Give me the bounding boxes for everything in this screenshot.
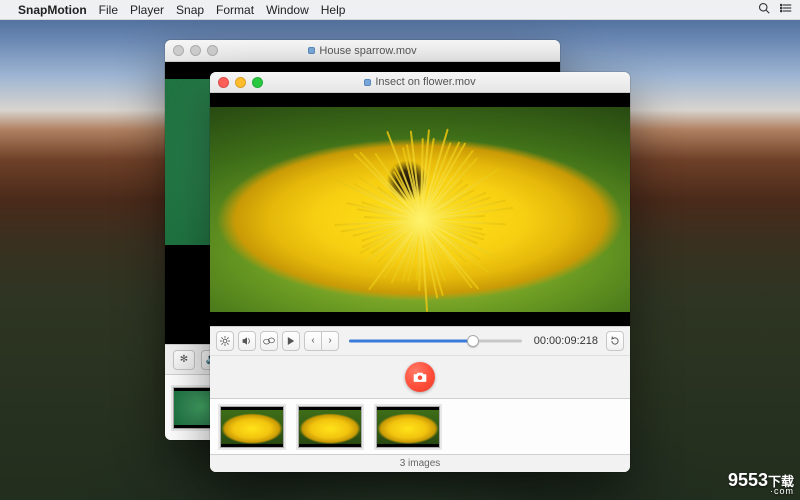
close-icon[interactable] <box>218 77 229 88</box>
gear-icon[interactable] <box>216 331 234 351</box>
menu-window[interactable]: Window <box>266 3 309 17</box>
minimize-icon[interactable] <box>190 45 201 56</box>
reload-icon[interactable] <box>606 331 624 351</box>
menu-help[interactable]: Help <box>321 3 346 17</box>
window-title-back: House sparrow.mov <box>319 45 416 57</box>
capture-bar <box>210 355 630 398</box>
gear-icon[interactable]: ✻ <box>173 350 195 370</box>
playhead-knob[interactable] <box>467 335 479 347</box>
volume-icon[interactable] <box>238 331 256 351</box>
window-front[interactable]: Insect on flower.mov ‹ › 00:00:09:218 3 … <box>210 72 630 472</box>
menu-snap[interactable]: Snap <box>176 3 204 17</box>
image-count-label: 3 images <box>400 458 441 469</box>
timeline-slider[interactable] <box>349 331 522 351</box>
menubar-app-name[interactable]: SnapMotion <box>18 3 87 17</box>
titlebar-front[interactable]: Insect on flower.mov <box>210 72 630 93</box>
list-icon[interactable] <box>780 2 792 17</box>
thumbnail[interactable] <box>220 406 284 448</box>
minimize-icon[interactable] <box>235 77 246 88</box>
time-label: 00:00:09:218 <box>534 335 598 347</box>
play-button[interactable] <box>282 331 300 351</box>
zoom-icon[interactable] <box>207 45 218 56</box>
document-proxy-icon <box>364 79 371 86</box>
video-viewport-front[interactable] <box>210 93 630 325</box>
camera-icon <box>413 371 427 383</box>
thumbnail-strip-front <box>210 398 630 455</box>
menubar: SnapMotion File Player Snap Format Windo… <box>0 0 800 20</box>
footer-status: 3 images <box>210 454 630 472</box>
document-proxy-icon <box>308 47 315 54</box>
thumbnail[interactable] <box>376 406 440 448</box>
menu-player[interactable]: Player <box>130 3 164 17</box>
watermark-brand: 9553 <box>728 470 768 490</box>
frame-step-segment: ‹ › <box>304 331 339 351</box>
prev-frame-button[interactable]: ‹ <box>304 331 322 351</box>
video-frame-image <box>210 107 630 311</box>
menu-format[interactable]: Format <box>216 3 254 17</box>
menu-file[interactable]: File <box>99 3 118 17</box>
window-title-front: Insect on flower.mov <box>375 76 475 88</box>
next-frame-button[interactable]: › <box>321 331 339 351</box>
close-icon[interactable] <box>173 45 184 56</box>
titlebar-back[interactable]: House sparrow.mov <box>165 40 560 62</box>
search-icon[interactable] <box>758 2 770 17</box>
speed-icon[interactable] <box>260 331 278 351</box>
capture-button[interactable] <box>405 362 435 392</box>
zoom-icon[interactable] <box>252 77 263 88</box>
controls-front: ‹ › 00:00:09:218 <box>210 326 630 355</box>
watermark: 9553下载 ·com <box>728 471 794 496</box>
thumbnail[interactable] <box>298 406 362 448</box>
